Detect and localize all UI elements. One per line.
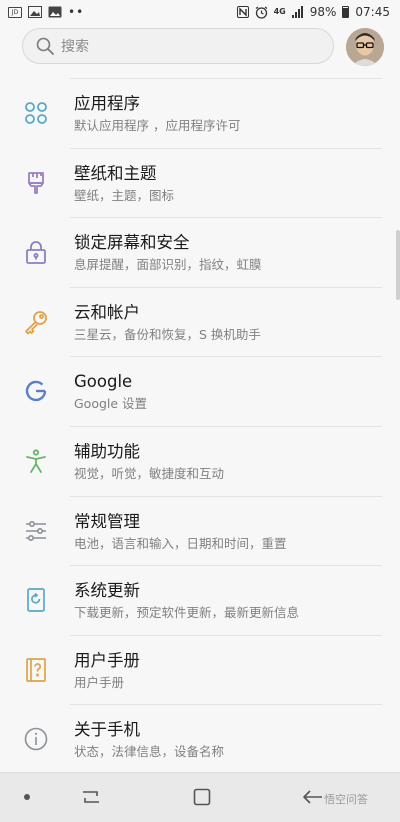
user-manual-icon (22, 656, 50, 684)
info-icon (22, 725, 50, 753)
system-update-icon (22, 586, 50, 614)
item-subtitle: 用户手册 (74, 674, 125, 690)
back-button[interactable] (302, 787, 324, 811)
avatar-photo (346, 28, 384, 66)
item-title: 用户手册 (74, 650, 140, 670)
signal-icon (291, 6, 303, 18)
settings-item-apps[interactable]: 应用程序 默认应用程序 ，应用程序许可 (0, 79, 400, 149)
settings-item-software-update[interactable]: 系统更新 下载更新，预定软件更新，最新更新信息 (0, 566, 400, 636)
settings-item-lock-security[interactable]: 锁定屏幕和安全 息屏提醒，面部识别，指纹，虹膜 (0, 218, 400, 288)
item-title: 锁定屏幕和安全 (74, 233, 190, 253)
settings-item-general-management[interactable]: 常规管理 电池，语言和输入，日期和时间，重置 (0, 497, 400, 567)
settings-item-wallpaper-themes[interactable]: 壁纸和主题 壁纸，主题，图标 (0, 149, 400, 219)
status-bar: JD •• 4G 98% 07:45 (0, 0, 400, 24)
gallery-notification-icon (48, 6, 62, 18)
search-row: 搜索 (0, 24, 400, 74)
search-icon (36, 37, 54, 55)
profile-avatar[interactable] (346, 28, 384, 66)
item-subtitle: 息屏提醒，面部识别，指纹，虹膜 (74, 257, 262, 273)
item-title: 关于手机 (74, 720, 140, 740)
item-subtitle: 状态，法律信息，设备名称 (74, 744, 225, 760)
item-subtitle: 视觉，听觉，敏捷度和互动 (74, 465, 225, 481)
battery-percentage: 98% (309, 5, 337, 19)
back-arrow-icon (303, 790, 322, 804)
status-left: JD •• (8, 5, 84, 19)
item-subtitle: 默认应用程序 ，应用程序许可 (74, 118, 241, 133)
settings-item-about-phone[interactable]: 关于手机 状态，法律信息，设备名称 (0, 705, 400, 775)
item-title: 壁纸和主题 (74, 163, 157, 183)
item-title: 系统更新 (74, 581, 140, 601)
item-subtitle: Google 设置 (74, 396, 148, 412)
alarm-icon (255, 6, 267, 19)
item-title: 辅助功能 (74, 441, 140, 461)
settings-item-cloud-accounts[interactable]: 云和帐户 三星云，备份和恢复，S 换机助手 (0, 288, 400, 358)
settings-item-google[interactable]: Google Google 设置 (0, 357, 400, 427)
recent-apps-icon (83, 791, 99, 803)
item-subtitle: 下载更新，预定软件更新，最新更新信息 (74, 605, 300, 621)
key-icon (22, 308, 50, 336)
accessibility-icon (22, 447, 50, 475)
image-notification-icon (28, 6, 42, 18)
sliders-icon (22, 517, 50, 545)
search-input[interactable]: 搜索 (22, 28, 334, 64)
search-placeholder: 搜索 (61, 39, 89, 55)
item-title: 应用程序 (74, 94, 140, 113)
nfc-icon (236, 6, 249, 18)
navigation-bar: 悟空问答 (0, 772, 400, 822)
settings-list: 应用程序 默认应用程序 ，应用程序许可 壁纸和主题 壁纸，主题，图标 锁定屏幕和… (0, 79, 400, 775)
battery-icon (342, 6, 350, 18)
apps-icon (22, 99, 50, 127)
item-title: Google (74, 372, 133, 392)
settings-item-user-manual[interactable]: 用户手册 用户手册 (0, 636, 400, 706)
notification-app-icon: JD (8, 6, 22, 18)
item-title: 云和帐户 (74, 302, 140, 322)
brush-icon (22, 169, 50, 197)
status-right: 4G 98% 07:45 (236, 5, 390, 19)
settings-item-accessibility[interactable]: 辅助功能 视觉，听觉，敏捷度和互动 (0, 427, 400, 497)
item-title: 常规管理 (74, 511, 140, 531)
home-icon (193, 788, 211, 806)
google-icon (22, 377, 50, 405)
network-type: 4G (273, 7, 286, 16)
watermark: 悟空问答 (324, 793, 368, 806)
recent-apps-button[interactable] (80, 787, 102, 811)
item-subtitle: 三星云，备份和恢复，S 换机助手 (74, 326, 261, 342)
lock-icon (22, 238, 50, 266)
more-notifications-icon: •• (68, 5, 85, 19)
nav-pin-dot[interactable] (24, 794, 30, 800)
item-subtitle: 电池，语言和输入，日期和时间，重置 (74, 535, 287, 551)
clock: 07:45 (355, 5, 390, 19)
item-subtitle: 壁纸，主题，图标 (74, 187, 175, 203)
home-button[interactable] (192, 787, 212, 811)
